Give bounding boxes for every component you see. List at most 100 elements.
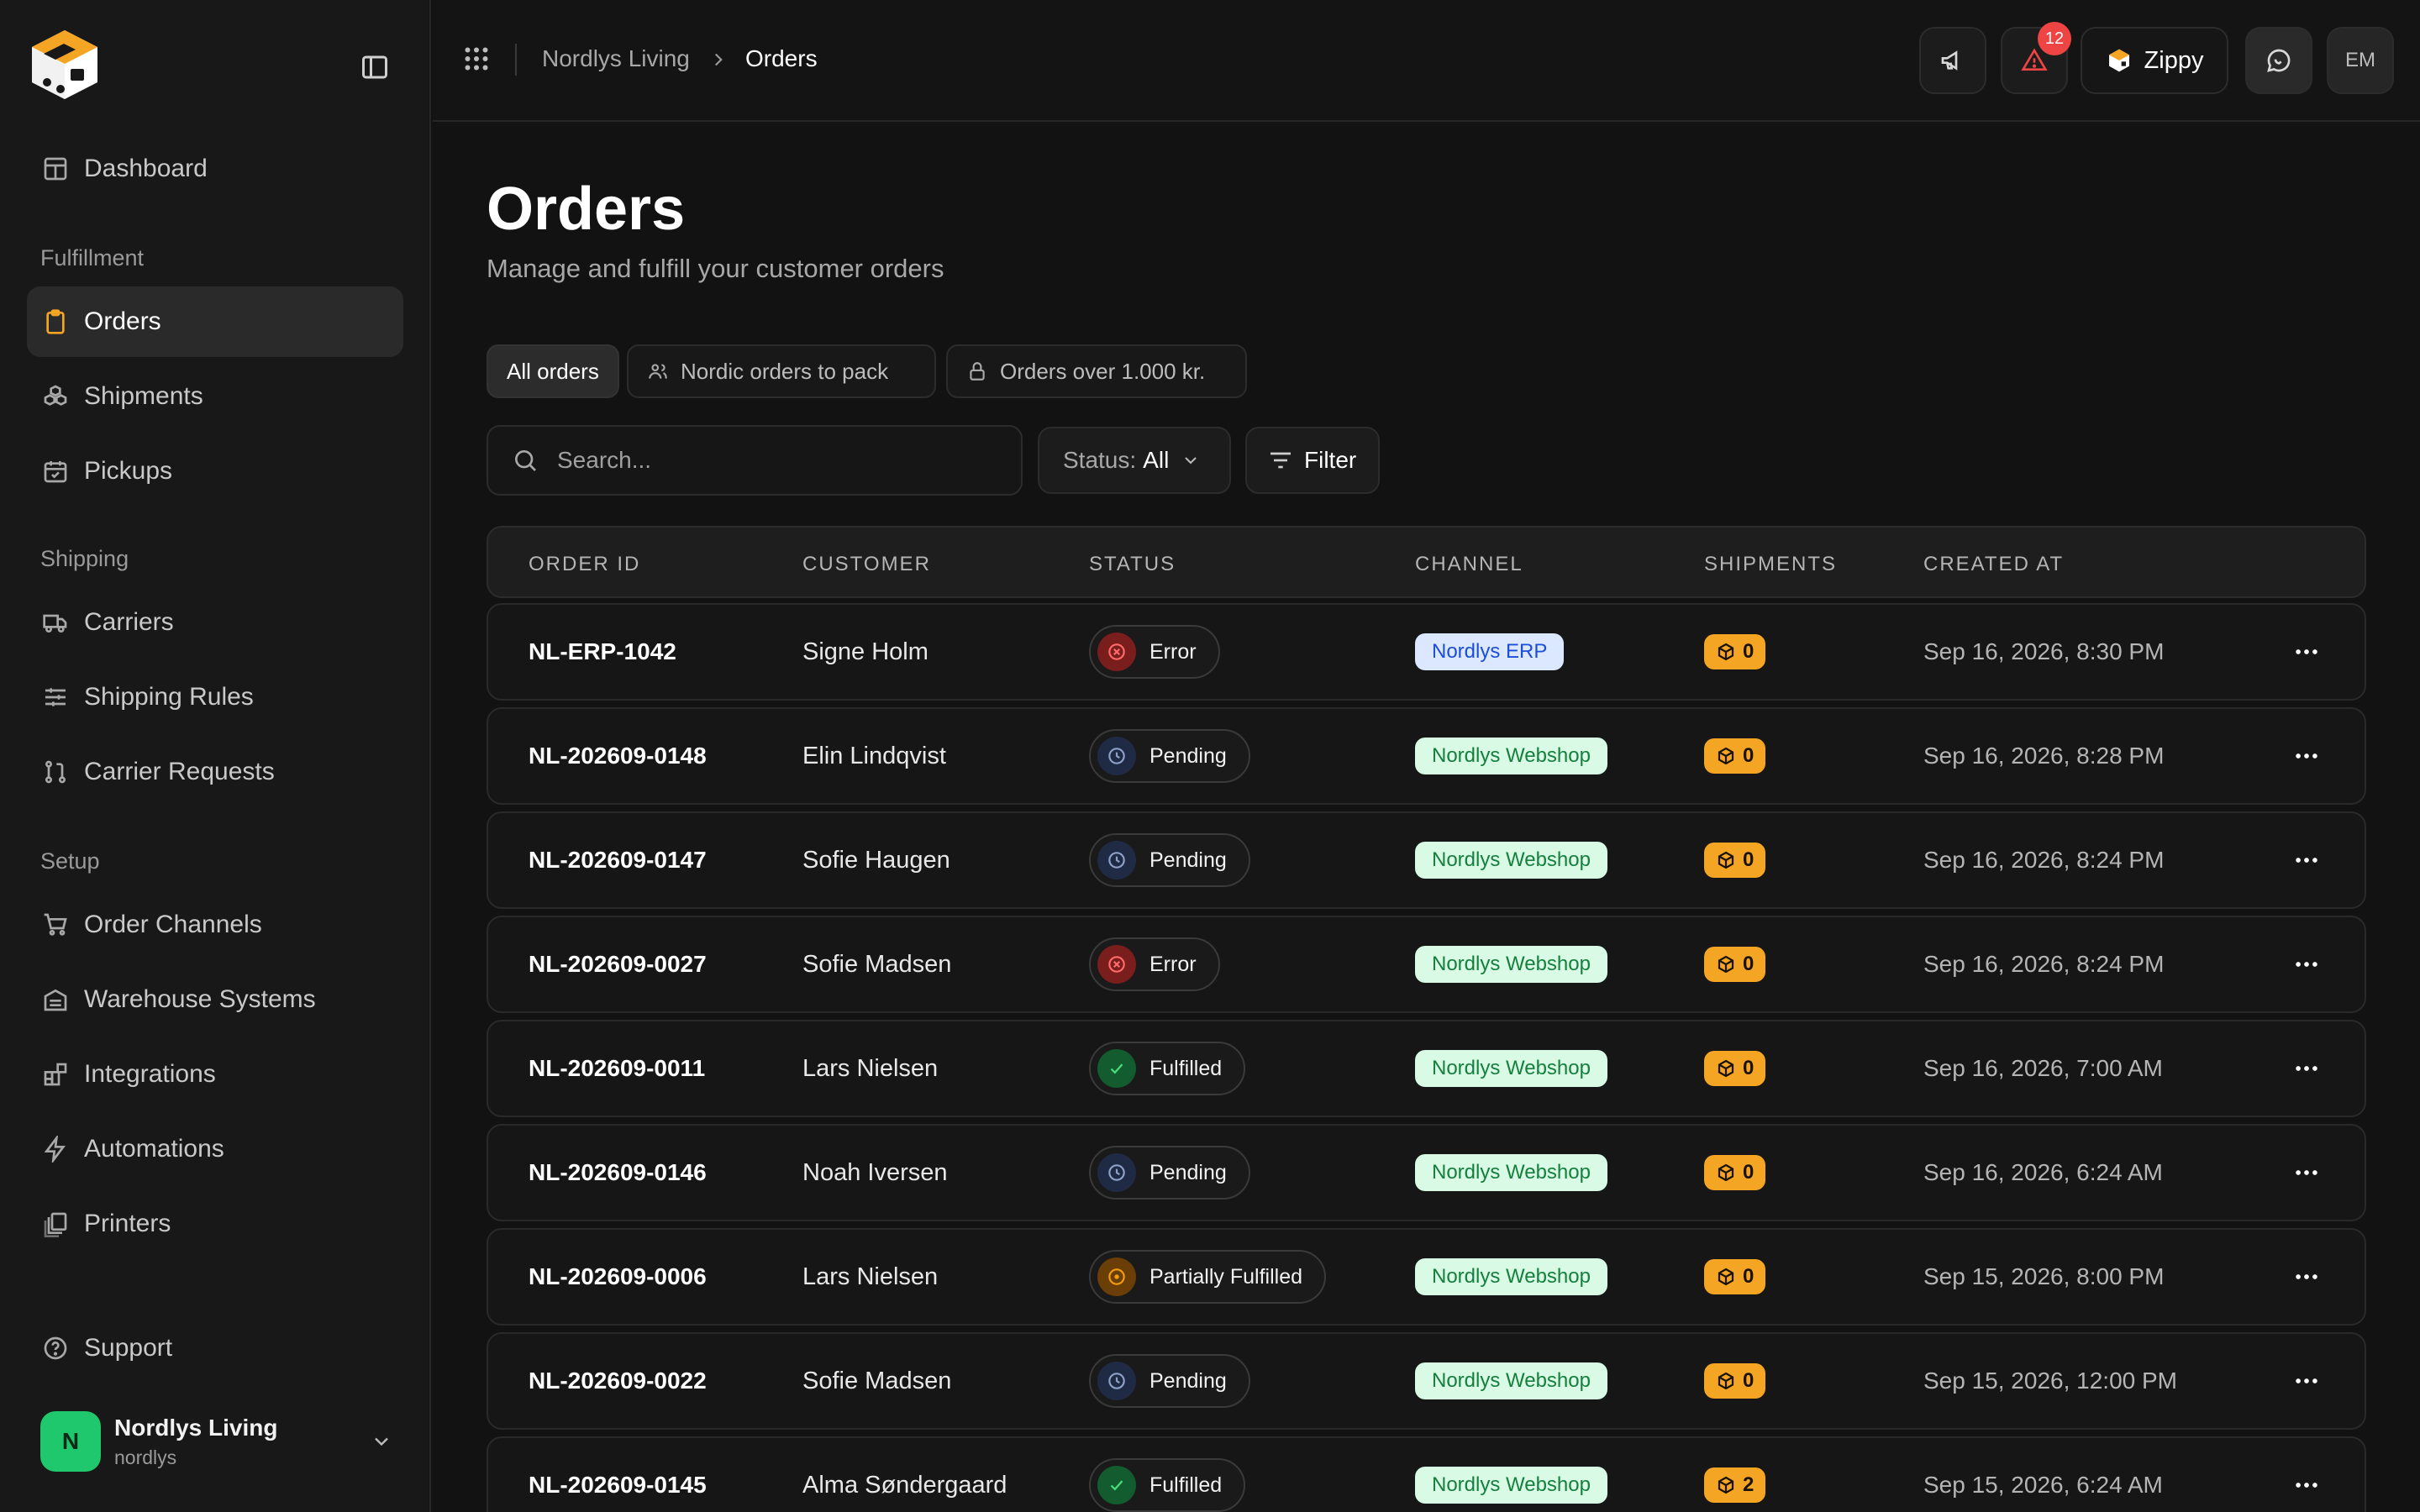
sidebar-item-shipping-rules[interactable]: Shipping Rules	[27, 662, 403, 732]
breadcrumb-parent[interactable]: Nordlys Living	[542, 45, 690, 72]
alerts-button[interactable]: 12	[2001, 22, 2071, 94]
table-row[interactable]: NL-202609-0145 Alma Søndergaard Fulfilled N…	[487, 1436, 2366, 1512]
order-id[interactable]: NL-202609-0022	[529, 1334, 707, 1428]
shipments-cell: 0	[1704, 1334, 1766, 1428]
chevron-down-icon	[370, 1430, 393, 1453]
shipments-cell: 0	[1704, 917, 1766, 1011]
column-header-channel[interactable]: CHANNEL	[1415, 553, 1523, 576]
channel-badge: Nordlys Webshop	[1415, 1258, 1607, 1295]
status-badge: Partially Fulfilled	[1089, 1250, 1327, 1304]
more-actions-icon[interactable]	[2280, 1230, 2333, 1324]
order-id[interactable]: NL-202609-0006	[529, 1230, 707, 1324]
alerts-count-badge: 12	[2038, 22, 2071, 55]
customer-name: Noah Iversen	[802, 1158, 948, 1186]
sidebar-item-integrations[interactable]: Integrations	[27, 1039, 403, 1110]
sidebar-item-order-channels[interactable]: Order Channels	[27, 890, 403, 960]
column-header-order-id[interactable]: ORDER ID	[529, 553, 640, 576]
status-cell: Fulfilled	[1089, 1438, 1246, 1512]
sidebar-item-label: Pickups	[84, 457, 173, 485]
status-cell: Pending	[1089, 709, 1250, 803]
users-icon	[647, 360, 669, 382]
more-actions-icon[interactable]	[2280, 605, 2333, 699]
tab-all-orders[interactable]: All orders	[487, 344, 619, 398]
sidebar-toggle-icon[interactable]	[360, 52, 390, 82]
sidebar-item-orders[interactable]: Orders	[27, 286, 403, 357]
announcements-button[interactable]	[1919, 27, 1986, 94]
sidebar-item-pickups[interactable]: Pickups	[27, 436, 403, 507]
table-row[interactable]: NL-202609-0147 Sofie Haugen Pending Nordlys…	[487, 811, 2366, 909]
tab-orders-over-1000[interactable]: Orders over 1.000 kr.	[946, 344, 1247, 398]
column-header-created-at[interactable]: CREATED AT	[1923, 553, 2064, 576]
column-header-status[interactable]: STATUS	[1089, 553, 1176, 576]
order-id[interactable]: NL-ERP-1042	[529, 605, 676, 699]
sidebar-item-automations[interactable]: Automations	[27, 1114, 403, 1184]
shipments-count: 0	[1743, 1161, 1754, 1184]
order-id[interactable]: NL-202609-0145	[529, 1438, 707, 1512]
tab-nordic-orders-to-pack[interactable]: Nordic orders to pack	[627, 344, 936, 398]
more-actions-icon[interactable]	[2280, 813, 2333, 907]
zippy-assistant-button[interactable]: Zippy	[2081, 27, 2228, 94]
apps-grid-icon[interactable]	[461, 44, 492, 74]
table-row[interactable]: NL-202609-0022 Sofie Madsen Pending Nordlys…	[487, 1332, 2366, 1430]
table-row[interactable]: NL-202609-0148 Elin Lindqvist Pending Nordl…	[487, 707, 2366, 805]
more-actions-icon[interactable]	[2280, 1438, 2333, 1512]
sidebar-item-shipments[interactable]: Shipments	[27, 361, 403, 432]
more-actions-icon[interactable]	[2280, 1021, 2333, 1116]
shipments-badge: 0	[1704, 947, 1766, 982]
status-badge: Error	[1089, 937, 1220, 991]
order-id[interactable]: NL-202609-0027	[529, 917, 707, 1011]
sidebar-item-label: Shipping Rules	[84, 683, 254, 711]
channel-badge: Nordlys Webshop	[1415, 1467, 1607, 1504]
more-actions-icon[interactable]	[2280, 709, 2333, 803]
organization-switcher[interactable]: N Nordlys Living nordlys	[40, 1410, 393, 1473]
status-badge: Pending	[1089, 833, 1250, 887]
clipboard-icon	[42, 308, 69, 335]
message-circle-icon	[2265, 47, 2292, 74]
column-header-shipments[interactable]: SHIPMENTS	[1704, 553, 1837, 576]
section-title-shipping: Shipping	[40, 546, 129, 571]
channel-badge: Nordlys Webshop	[1415, 1154, 1607, 1191]
order-id[interactable]: NL-202609-0147	[529, 813, 707, 907]
shipments-cell: 0	[1704, 1230, 1766, 1324]
status-badge: Fulfilled	[1089, 1458, 1246, 1512]
chat-button[interactable]	[2245, 27, 2312, 94]
status-cell: Pending	[1089, 1126, 1250, 1220]
table-row[interactable]: NL-202609-0027 Sofie Madsen Error Nordlys W…	[487, 916, 2366, 1013]
column-header-customer[interactable]: CUSTOMER	[802, 553, 931, 576]
search-box[interactable]	[487, 425, 1023, 496]
channel-cell: Nordlys Webshop	[1415, 1438, 1607, 1512]
more-actions-icon[interactable]	[2280, 1334, 2333, 1428]
user-avatar-button[interactable]: EM	[2327, 27, 2394, 94]
sidebar-item-printers[interactable]: Printers	[27, 1189, 403, 1259]
table-row[interactable]: NL-ERP-1042 Signe Holm Error Nordlys ERP 0 Se…	[487, 603, 2366, 701]
customer-name: Sofie Madsen	[802, 1367, 952, 1394]
sidebar-item-warehouse-systems[interactable]: Warehouse Systems	[27, 964, 403, 1035]
table-row[interactable]: NL-202609-0146 Noah Iversen Pending Nordlys…	[487, 1124, 2366, 1221]
sidebar-item-support[interactable]: Support	[27, 1313, 403, 1383]
sidebar-item-carrier-requests[interactable]: Carrier Requests	[27, 737, 403, 807]
more-actions-icon[interactable]	[2280, 917, 2333, 1011]
lock-icon	[966, 360, 988, 382]
brand-logo[interactable]	[27, 27, 103, 102]
sidebar-item-dashboard[interactable]: Dashboard	[27, 134, 403, 204]
order-id[interactable]: NL-202609-0148	[529, 709, 707, 803]
tab-label: Orders over 1.000 kr.	[1000, 358, 1206, 384]
status-label: Fulfilled	[1150, 1056, 1223, 1080]
org-avatar: N	[40, 1411, 101, 1472]
status-filter-dropdown[interactable]: Status: All	[1038, 427, 1231, 494]
order-id[interactable]: NL-202609-0011	[529, 1021, 705, 1116]
search-input[interactable]	[557, 447, 994, 474]
dashboard-icon	[42, 155, 69, 182]
table-row[interactable]: NL-202609-0011 Lars Nielsen Fulfilled Nordl…	[487, 1020, 2366, 1117]
sidebar-item-label: Automations	[84, 1135, 224, 1163]
sidebar-item-carriers[interactable]: Carriers	[27, 587, 403, 658]
more-actions-icon[interactable]	[2280, 1126, 2333, 1220]
shipments-badge: 0	[1704, 1259, 1766, 1294]
order-id[interactable]: NL-202609-0146	[529, 1126, 707, 1220]
filter-button[interactable]: Filter	[1245, 427, 1380, 494]
table-row[interactable]: NL-202609-0006 Lars Nielsen Partially Fulf…	[487, 1228, 2366, 1326]
sidebar-item-label: Integrations	[84, 1060, 216, 1088]
shipments-cell: 0	[1704, 1126, 1766, 1220]
status-cell: Error	[1089, 917, 1220, 1011]
status-cell: Partially Fulfilled	[1089, 1230, 1327, 1324]
